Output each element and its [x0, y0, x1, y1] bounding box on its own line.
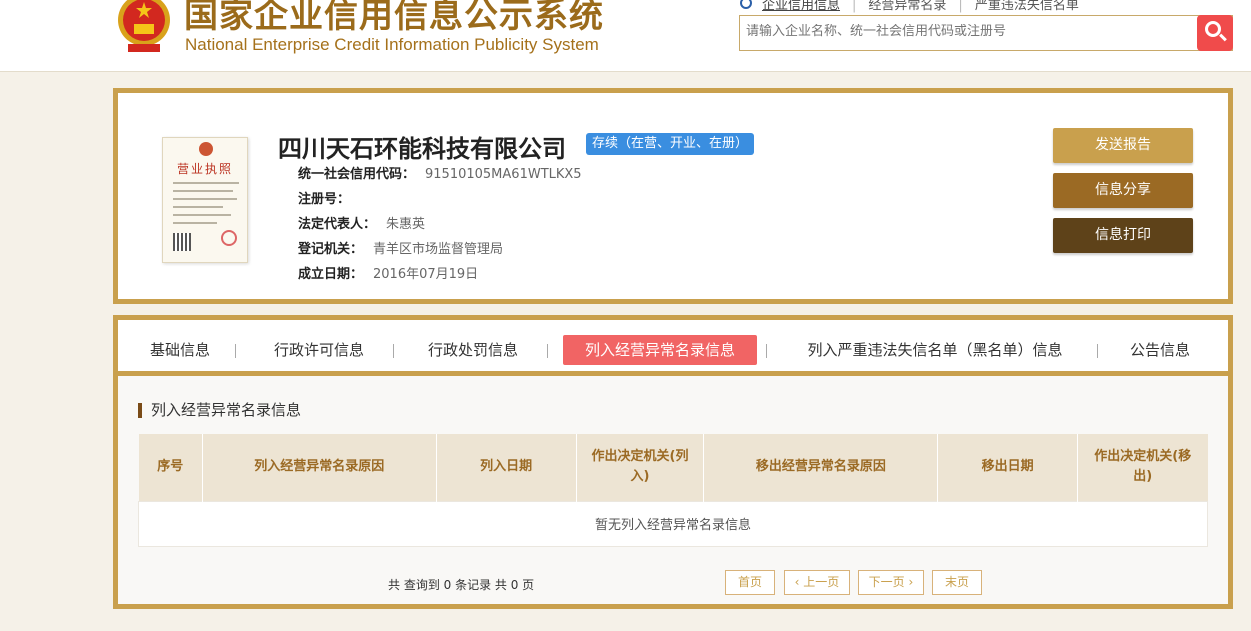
info-value: 2016年07月19日	[373, 267, 479, 282]
search-button[interactable]	[1197, 15, 1233, 51]
chevron-right-icon: ›	[904, 575, 914, 589]
tab-abnormal-list[interactable]: 列入经营异常名录信息	[563, 335, 757, 365]
nav-credit-info[interactable]: 企业信用信息	[762, 0, 840, 13]
top-nav: 企业信用信息 | 经营异常名录 | 严重违法失信名单	[740, 0, 1079, 13]
national-emblem-icon	[118, 0, 170, 52]
chevron-left-icon: ‹	[794, 575, 804, 589]
col-index: 序号	[138, 434, 203, 501]
tab-separator	[1097, 344, 1098, 358]
pager-next-label: 下一页	[868, 575, 905, 589]
search-icon	[740, 0, 752, 9]
table-header-row: 序号 列入经营异常名录原因 列入日期 作出决定机关(列入) 移出经营异常名录原因…	[138, 434, 1208, 501]
emblem-icon	[199, 142, 213, 156]
info-label: 注册号：	[298, 192, 351, 207]
tab-admin-penalty[interactable]: 行政处罚信息	[420, 335, 526, 365]
info-value: 91510105MA61WTLKX5	[425, 167, 582, 182]
tab-admin-license[interactable]: 行政许可信息	[266, 335, 372, 365]
site-subtitle: National Enterprise Credit Information P…	[185, 35, 599, 54]
nav-blacklist[interactable]: 严重违法失信名单	[975, 0, 1079, 13]
col-remove-authority: 作出决定机关(移出)	[1077, 434, 1208, 501]
share-button[interactable]: 信息分享	[1053, 173, 1193, 208]
send-report-button[interactable]: 发送报告	[1053, 128, 1193, 163]
tab-announcements[interactable]: 公告信息	[1122, 335, 1198, 365]
company-card: 营业执照 四川天石环能科技有限公司 存续（在营、开业、在册） 统一社会信用代码：…	[113, 88, 1233, 304]
tab-bar: 基础信息 行政许可信息 行政处罚信息 列入经营异常名录信息 列入严重违法失信名单…	[118, 320, 1228, 376]
info-label: 法定代表人：	[298, 217, 377, 232]
col-remove-reason: 移出经营异常名录原因	[703, 434, 939, 501]
tab-separator	[766, 344, 767, 358]
tab-separator	[235, 344, 236, 358]
empty-message: 暂无列入经营异常名录信息	[138, 500, 1208, 547]
info-label: 统一社会信用代码：	[298, 167, 416, 182]
pager-summary: 共 查询到 0 条记录 共 0 页	[388, 578, 535, 592]
site-title: 国家企业信用信息公示系统	[184, 0, 604, 36]
col-remove-date: 移出日期	[937, 434, 1079, 501]
tab-blacklist[interactable]: 列入严重违法失信名单（黑名单）信息	[790, 335, 1080, 365]
table-row: 暂无列入经营异常名录信息	[138, 500, 1208, 547]
tab-basic-info[interactable]: 基础信息	[140, 335, 220, 365]
info-reg-number: 注册号：	[298, 188, 360, 207]
search-box	[739, 15, 1233, 51]
search-input[interactable]	[746, 24, 1186, 39]
info-value: 青羊区市场监督管理局	[373, 242, 504, 257]
pager-first-button[interactable]: 首页	[725, 570, 775, 595]
abnormal-list-table: 序号 列入经营异常名录原因 列入日期 作出决定机关(列入) 移出经营异常名录原因…	[138, 434, 1208, 547]
pager-last-button[interactable]: 末页	[932, 570, 982, 595]
nav-separator: |	[852, 0, 857, 13]
company-name: 四川天石环能科技有限公司	[278, 135, 566, 163]
pager-prev-button[interactable]: ‹ 上一页	[784, 570, 850, 595]
status-badge: 存续（在营、开业、在册）	[586, 133, 755, 155]
section-title: 列入经营异常名录信息	[138, 403, 301, 418]
tab-separator	[547, 344, 548, 358]
info-label: 成立日期：	[298, 267, 364, 282]
col-list-date: 列入日期	[436, 434, 577, 501]
info-label: 登记机关：	[298, 242, 364, 257]
tab-separator	[393, 344, 394, 358]
info-legal-rep: 法定代表人： 朱惠英	[298, 213, 425, 232]
detail-panel: 基础信息 行政许可信息 行政处罚信息 列入经营异常名录信息 列入严重违法失信名单…	[113, 315, 1233, 609]
col-list-authority: 作出决定机关(列入)	[576, 434, 705, 501]
info-authority: 登记机关： 青羊区市场监督管理局	[298, 238, 503, 257]
nav-abnormal-list[interactable]: 经营异常名录	[868, 0, 946, 13]
seal-icon	[221, 230, 237, 246]
print-button[interactable]: 信息打印	[1053, 218, 1193, 253]
col-list-reason: 列入经营异常名录原因	[202, 434, 437, 501]
info-established: 成立日期： 2016年07月19日	[298, 263, 478, 282]
info-credit-code: 统一社会信用代码： 91510105MA61WTLKX5	[298, 163, 582, 182]
pager-next-button[interactable]: 下一页 ›	[858, 570, 924, 595]
info-value: 朱惠英	[386, 217, 426, 232]
site-header: 国家企业信用信息公示系统 National Enterprise Credit …	[0, 0, 1251, 72]
qr-code-icon	[173, 233, 191, 251]
nav-separator: |	[958, 0, 963, 13]
pager-prev-label: 上一页	[803, 575, 840, 589]
license-title: 营业执照	[177, 162, 234, 176]
business-license-image[interactable]: 营业执照	[162, 137, 248, 263]
